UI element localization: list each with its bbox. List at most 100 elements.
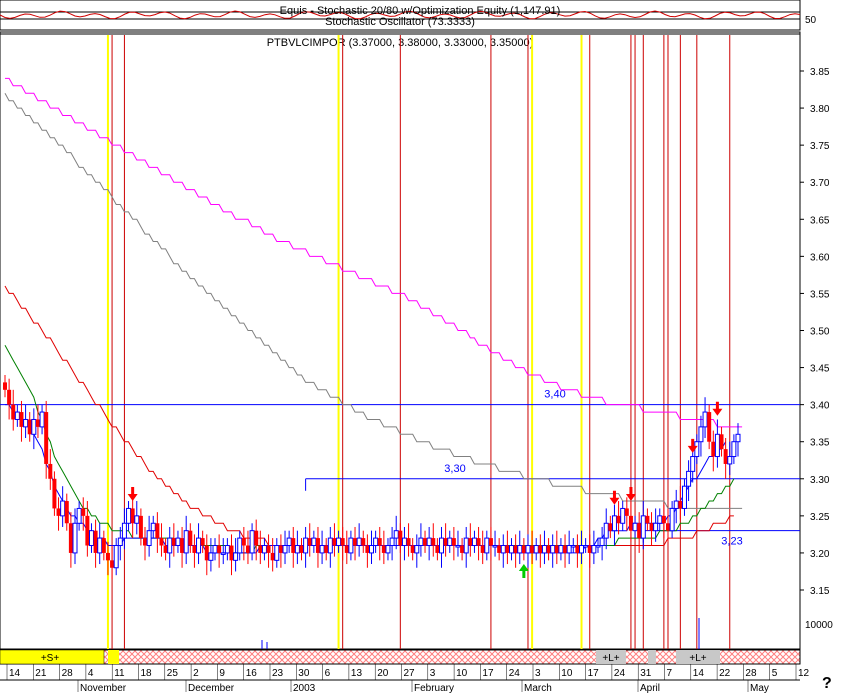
- price-bar-up: [233, 552, 239, 561]
- ma-red-line: [4, 285, 734, 546]
- x-tick-label: 7: [667, 668, 673, 679]
- y-tick-label: 3.35: [810, 438, 830, 449]
- x-tick-label: 5: [772, 668, 778, 679]
- price-bar-up: [76, 507, 82, 524]
- price-bar-down: [266, 545, 271, 553]
- price-bar-up: [632, 522, 638, 532]
- price-bar-up: [23, 418, 29, 428]
- price-bar-down: [155, 523, 160, 539]
- price-bar-down: [563, 545, 568, 553]
- volume-label: 10000: [805, 620, 833, 631]
- price-bar-down: [480, 545, 485, 553]
- price-bar-up: [673, 500, 679, 509]
- x-tick-label: 25: [167, 668, 179, 679]
- price-bar-down: [505, 545, 510, 553]
- oscillator-panel: Equis - Stochastic 20/80 w/Optimization …: [0, 0, 817, 31]
- price-bar-up: [471, 537, 477, 547]
- price-bar-down: [64, 501, 69, 524]
- price-bar-up: [72, 522, 78, 554]
- price-bar-down: [188, 530, 193, 546]
- price-bar-down: [538, 545, 543, 553]
- price-bar-up: [393, 530, 399, 539]
- price-bar-down: [719, 434, 724, 450]
- y-tick-label: 3.45: [810, 364, 830, 375]
- y-tick-label: 3.20: [810, 549, 830, 560]
- price-bar-up: [686, 470, 692, 487]
- x-tick-label: 6: [325, 668, 331, 679]
- price-bar-down: [530, 545, 535, 553]
- price-bar-up: [31, 418, 37, 435]
- price-bar-down: [587, 545, 592, 553]
- price-bar-up: [463, 537, 469, 554]
- sell-arrow-icon: [712, 401, 723, 416]
- price-bar-down: [608, 523, 613, 531]
- price-bar-down: [192, 545, 197, 553]
- price-bar-down: [497, 545, 502, 553]
- price-bar-up: [653, 522, 659, 532]
- x-tick-label: 14: [9, 668, 21, 679]
- price-bar-down: [56, 508, 61, 516]
- y-tick-label: 3.50: [810, 327, 830, 338]
- price-bar-up: [224, 545, 230, 554]
- price-bar-down: [48, 463, 53, 479]
- price-bar-down: [707, 412, 712, 442]
- y-tick-label: 3.40: [810, 401, 830, 412]
- level-label: 3,23: [721, 536, 742, 548]
- x-tick-label: 10: [561, 668, 573, 679]
- price-bar-down: [711, 441, 716, 457]
- price-bar-up: [126, 507, 132, 524]
- price-bar-up: [286, 537, 292, 547]
- price-bar-down: [19, 412, 24, 427]
- price-bar-down: [254, 530, 259, 546]
- price-bar-up: [385, 545, 391, 554]
- price-bar-up: [117, 537, 123, 547]
- price-bar-up: [570, 545, 576, 548]
- price-bar-up: [640, 515, 646, 539]
- price-bar-up: [620, 507, 626, 524]
- price-bar-down: [44, 412, 49, 464]
- price-bar-up: [579, 545, 585, 554]
- price-bar-up: [731, 441, 737, 458]
- x-tick-label: 21: [35, 668, 47, 679]
- price-bar-down: [624, 508, 629, 516]
- price-bar-down: [377, 538, 382, 546]
- price-bar-up: [208, 552, 214, 561]
- price-bar-up: [389, 537, 395, 547]
- price-bar-up: [669, 507, 675, 532]
- price-bar-up: [550, 545, 556, 554]
- price-bar-up: [611, 515, 617, 532]
- price-bar-up: [439, 537, 445, 554]
- sell-arrow-icon: [625, 487, 636, 502]
- x-tick-label: 2: [193, 668, 199, 679]
- y-tick-label: 3.25: [810, 512, 830, 523]
- y-tick-label: 3.75: [810, 141, 830, 152]
- price-bar-up: [336, 537, 342, 547]
- price-bar-down: [661, 515, 666, 524]
- price-bar-up: [134, 515, 140, 524]
- price-bar-up: [595, 545, 601, 548]
- price-bar-down: [241, 538, 246, 546]
- price-bar-up: [274, 545, 280, 561]
- price-bar-down: [723, 449, 728, 464]
- price-bar-down: [229, 545, 234, 561]
- price-bar-down: [488, 538, 493, 546]
- price-bar-up: [591, 545, 597, 554]
- price-bar-up: [500, 545, 506, 554]
- price-bar-down: [324, 545, 329, 553]
- price-bar-down: [68, 523, 73, 553]
- x-tick-label: 24: [509, 668, 521, 679]
- help-mark[interactable]: ?: [822, 675, 832, 692]
- price-bar-up: [603, 522, 609, 539]
- x-tick-label: 11: [114, 668, 125, 679]
- price-bar-up: [319, 545, 325, 554]
- price-bar-down: [101, 538, 106, 553]
- price-bar-down: [665, 523, 670, 531]
- price-bar-up: [113, 545, 119, 569]
- month-label: November: [80, 683, 127, 693]
- price-bar-down: [245, 545, 250, 553]
- price-bar-up: [484, 537, 490, 554]
- price-bar-up: [183, 530, 189, 554]
- y-tick-label: 3.30: [810, 475, 830, 486]
- price-bar-down: [431, 538, 436, 546]
- price-bar-up: [558, 545, 564, 554]
